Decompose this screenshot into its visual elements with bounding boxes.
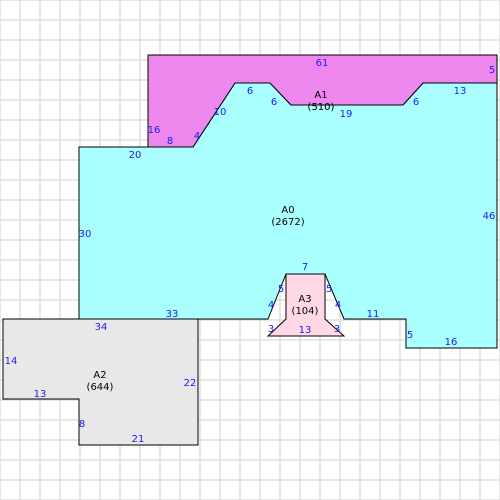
area-a0-value: (2672)	[271, 217, 304, 228]
a1-dim-bottom-left: 8	[167, 136, 173, 147]
a3-dim-left: 3	[268, 324, 274, 335]
a0-dim-bottom-right: 16	[445, 337, 458, 348]
a3-dim-bottom: 13	[299, 325, 312, 336]
a0-dim-diagonal-left: 10	[214, 107, 227, 118]
area-a1-value: (510)	[308, 102, 335, 113]
a1-dim-left: 16	[148, 125, 161, 136]
a0-dim-top-right: 13	[454, 86, 467, 97]
a0-dim-notch-right-upper: 5	[326, 284, 332, 295]
a0-dim-notch-top: 7	[302, 262, 308, 273]
a0-dim-top-short: 6	[247, 86, 253, 97]
a2-dim-step-vertical: 8	[79, 419, 85, 430]
a0-dim-diagonal-mid: 6	[271, 97, 277, 108]
area-a2-value: (644)	[87, 382, 114, 393]
a0-dim-top-middle: 19	[340, 109, 353, 120]
a2-dim-top: 34	[95, 322, 108, 333]
area-plan-canvas: A0 (2672) A1 (510) A2 (644) A3 (104) 30 …	[0, 0, 500, 500]
a2-dim-right: 22	[184, 378, 197, 389]
a0-dim-notch-left: 4	[268, 300, 274, 311]
a0-dim-right: 46	[483, 211, 496, 222]
a0-dim-top-left: 20	[129, 150, 142, 161]
a0-dim-notch-left-upper: 5	[278, 284, 284, 295]
area-a3-value: (104)	[292, 306, 319, 317]
area-a3-name: A3	[298, 294, 311, 305]
a0-dim-notch-right: 4	[335, 300, 341, 311]
area-a2-name: A2	[93, 370, 106, 381]
a1-dim-top: 61	[316, 58, 329, 69]
a0-dim-step-vertical: 4	[194, 131, 200, 142]
a0-dim-diagonal-right: 6	[413, 97, 419, 108]
a0-dim-bottom-left: 33	[166, 309, 179, 320]
area-a0-name: A0	[281, 205, 294, 216]
a0-dim-bottom-mid: 11	[367, 309, 380, 320]
a3-dim-right: 3	[334, 324, 340, 335]
a2-dim-step-bottom: 13	[34, 389, 47, 400]
a2-dim-bottom: 21	[132, 434, 145, 445]
a0-dim-notch-vertical: 5	[407, 330, 413, 341]
a1-dim-right: 5	[489, 65, 495, 76]
a2-dim-left: 14	[5, 356, 18, 367]
area-a1-name: A1	[314, 90, 327, 101]
a0-dim-left: 30	[79, 229, 92, 240]
